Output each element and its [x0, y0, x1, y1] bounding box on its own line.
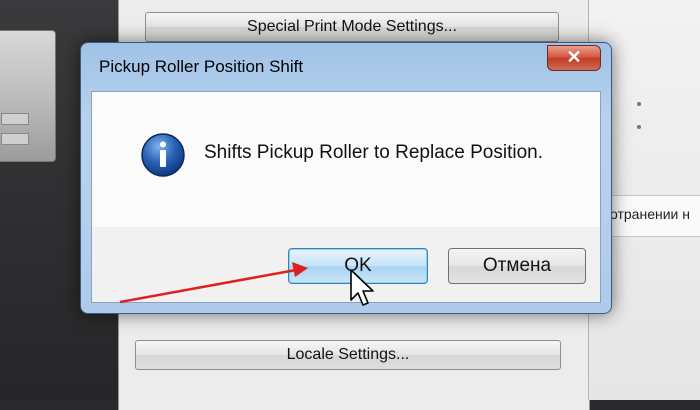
- annotation-arrow: [119, 262, 308, 304]
- mouse-cursor-icon: [350, 269, 374, 306]
